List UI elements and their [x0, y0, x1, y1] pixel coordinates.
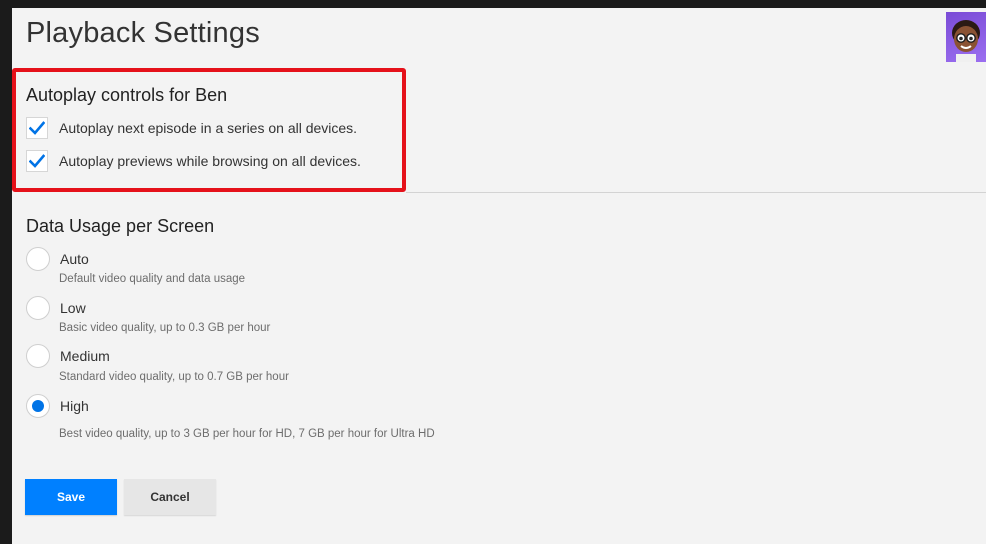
radio-description-low: Basic video quality, up to 0.3 GB per ho…	[59, 322, 271, 334]
autoplay-previews-option[interactable]: Autoplay previews while browsing on all …	[26, 149, 361, 173]
data-usage-option-high[interactable]: High	[26, 394, 89, 418]
radio-high[interactable]	[26, 394, 50, 418]
section-divider	[406, 192, 986, 193]
autoplay-next-episode-option[interactable]: Autoplay next episode in a series on all…	[26, 116, 357, 140]
radio-description-auto: Default video quality and data usage	[59, 273, 246, 285]
autoplay-next-episode-checkbox[interactable]	[26, 117, 48, 139]
data-usage-section-title: Data Usage per Screen	[26, 216, 215, 236]
autoplay-previews-label: Autoplay previews while browsing on all …	[59, 153, 361, 169]
playback-settings-page: Playback Settings Autoplay controls for …	[12, 8, 986, 544]
data-usage-option-medium[interactable]: Medium	[26, 344, 110, 368]
data-usage-option-auto[interactable]: Auto	[26, 247, 89, 271]
autoplay-previews-checkbox[interactable]	[26, 150, 48, 172]
checkmark-icon	[29, 154, 45, 168]
autoplay-section-title: Autoplay controls for Ben	[26, 85, 228, 105]
radio-description-high: Best video quality, up to 3 GB per hour …	[59, 428, 435, 440]
radio-label-high: High	[60, 398, 89, 414]
radio-label-low: Low	[60, 300, 86, 316]
data-usage-option-low[interactable]: Low	[26, 296, 86, 320]
radio-medium[interactable]	[26, 344, 50, 368]
cancel-button[interactable]: Cancel	[124, 479, 216, 515]
radio-description-medium: Standard video quality, up to 0.7 GB per…	[59, 371, 289, 383]
radio-label-auto: Auto	[60, 251, 89, 267]
save-button[interactable]: Save	[25, 479, 117, 515]
radio-auto[interactable]	[26, 247, 50, 271]
autoplay-next-episode-label: Autoplay next episode in a series on all…	[59, 120, 358, 136]
page-title: Playback Settings	[26, 17, 260, 49]
radio-label-medium: Medium	[60, 348, 110, 364]
radio-low[interactable]	[26, 296, 50, 320]
profile-avatar[interactable]	[946, 12, 986, 62]
checkmark-icon	[29, 121, 45, 135]
profile-avatar-icon	[952, 20, 980, 62]
